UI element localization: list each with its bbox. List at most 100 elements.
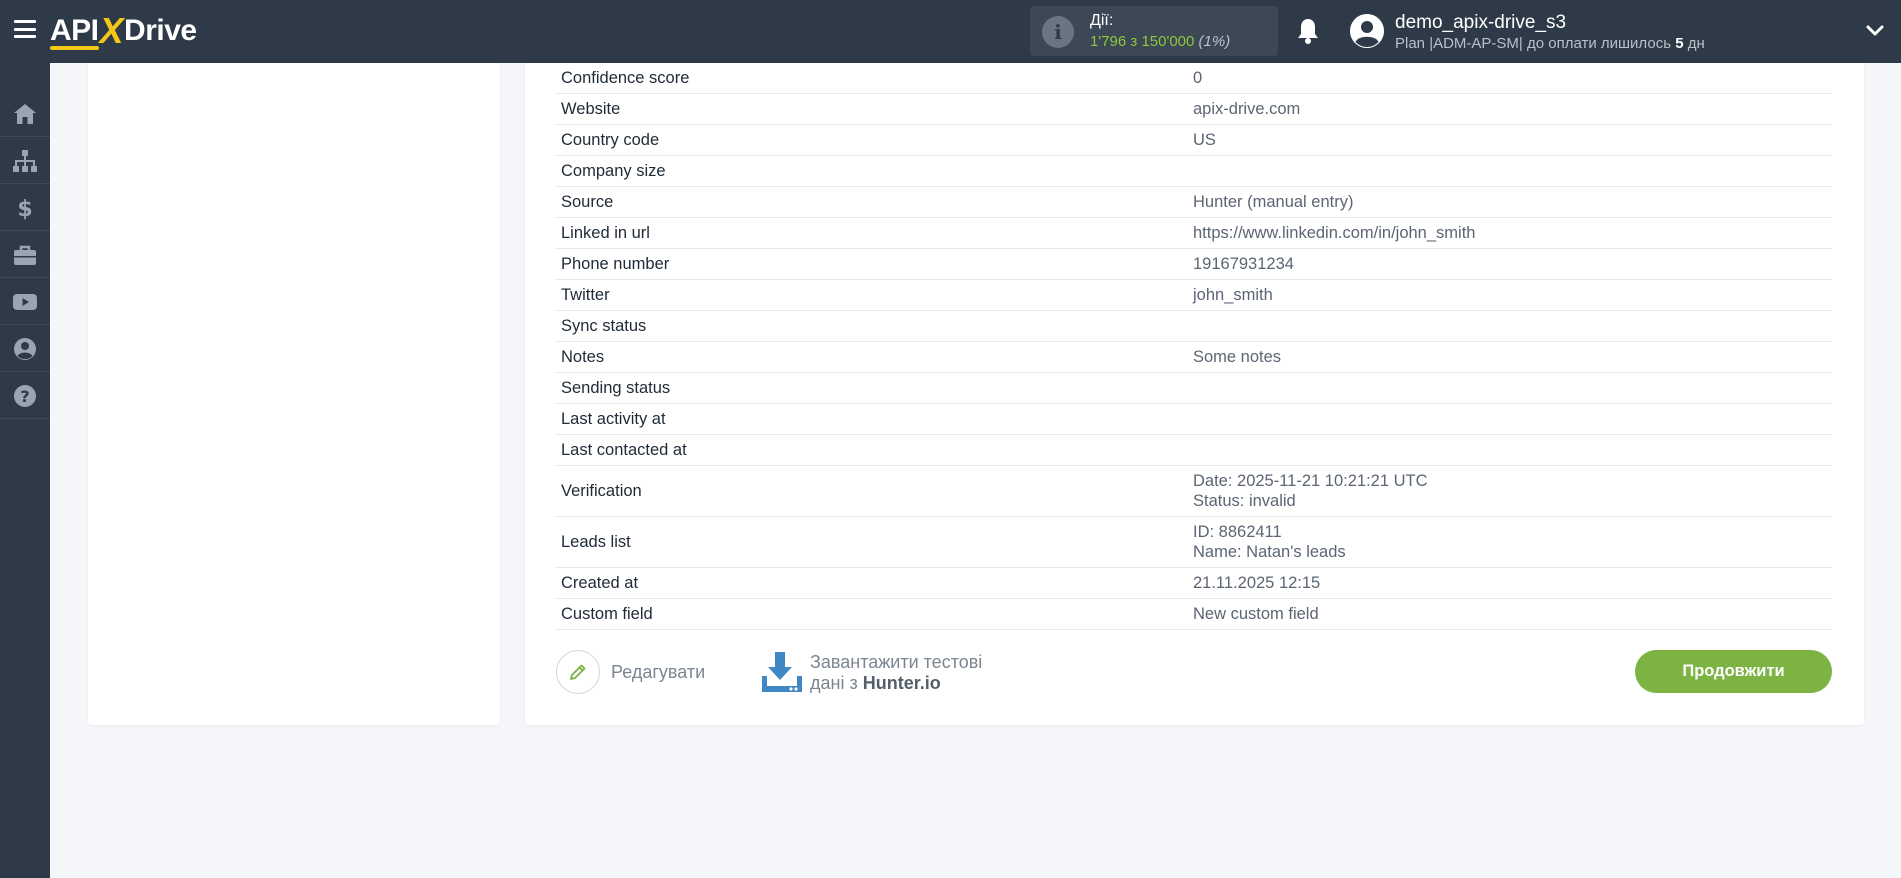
question-icon: ? [14, 384, 36, 407]
table-row: Notes Some notes [555, 342, 1832, 373]
table-row: Custom field New custom field [555, 599, 1832, 630]
sidebar-item-billing[interactable]: $ [0, 185, 50, 231]
table-row: Phone number 19167931234 [555, 249, 1832, 280]
svg-text:?: ? [20, 387, 29, 406]
download-line2-prefix: дані з [810, 673, 863, 693]
actions-percent: (1%) [1198, 33, 1231, 50]
row-value: Hunter (manual entry) [1193, 192, 1354, 211]
row-key: Country code [561, 130, 660, 149]
user-circle-icon [14, 337, 36, 360]
menu-icon[interactable] [14, 20, 36, 38]
svg-text:$: $ [17, 197, 32, 221]
plan-days: 5 [1675, 35, 1684, 52]
row-value: Some notes [1193, 347, 1282, 366]
home-icon [14, 103, 36, 124]
row-value: Date: 2025-11-21 10:21:21 UTC Status: inv… [1193, 471, 1832, 511]
sidebar-item-connections[interactable] [0, 138, 50, 184]
bell-icon[interactable] [1296, 17, 1320, 45]
table-row: Sending status [555, 373, 1832, 404]
sidebar-item-tools[interactable] [0, 232, 50, 278]
download-line2: дані з Hunter.io [810, 673, 982, 694]
row-value: New custom field [1193, 604, 1319, 623]
sidebar-item-home[interactable] [0, 91, 50, 137]
row-value: 0 [1193, 68, 1203, 87]
actions-count: 1'796 з 150'000 (1%) [1090, 33, 1230, 50]
chevron-down-icon[interactable] [1866, 22, 1884, 40]
username[interactable]: demo_apix-drive_s3 [1395, 12, 1566, 34]
sidebar-item-video[interactable] [0, 279, 50, 325]
row-value-line: Status: invalid [1193, 492, 1296, 510]
row-key: Sending status [561, 378, 671, 397]
row-key: Custom field [561, 604, 653, 623]
pencil-icon [570, 664, 586, 680]
download-source: Hunter.io [862, 673, 941, 693]
logo-x: X [99, 10, 124, 51]
table-row: Last contacted at [555, 435, 1832, 466]
row-key: Last activity at [561, 409, 666, 428]
table-row: Country code US [555, 125, 1832, 156]
sitemap-icon [13, 149, 37, 172]
sidebar-item-help[interactable]: ? [0, 373, 50, 419]
edit-button[interactable]: Редагувати [556, 650, 705, 694]
sidebar: $ ? [0, 63, 50, 878]
sidebar-item-account[interactable] [0, 326, 50, 372]
data-table: Confidence score 0 Website apix-drive.com … [555, 63, 1832, 630]
apix-drive-logo[interactable]: API X Drive [50, 10, 197, 51]
dollar-icon: $ [17, 197, 32, 221]
table-row: Leads list ID: 8862411 Name: Natan's leads [555, 517, 1832, 568]
youtube-icon [13, 293, 37, 310]
row-value-line: Name: Natan's leads [1193, 543, 1346, 561]
row-key: Last contacted at [561, 440, 687, 459]
download-text: Завантажити тестові дані з Hunter.io [810, 652, 982, 694]
row-key: Created at [561, 573, 639, 592]
row-value: john_smith [1193, 285, 1273, 304]
continue-button[interactable]: Продовжити [1635, 650, 1832, 693]
row-value: ID: 8862411 Name: Natan's leads [1193, 522, 1832, 562]
table-row: Created at 21.11.2025 12:15 [555, 568, 1832, 599]
row-key: Website [561, 99, 621, 118]
edit-icon-circle [556, 650, 600, 694]
row-value: US [1193, 130, 1216, 149]
download-line1: Завантажити тестові [810, 652, 983, 672]
briefcase-icon [14, 245, 36, 265]
row-key: Linked in url [561, 223, 650, 242]
plan-prefix: Plan |ADM-AP-SM| до оплати лишилось [1395, 35, 1676, 52]
logo-drive: Drive [124, 14, 197, 47]
plan-suffix: дн [1683, 35, 1705, 52]
table-row: Confidence score 0 [555, 63, 1832, 94]
row-value: https://www.linkedin.com/in/john_smith [1193, 223, 1476, 242]
row-key: Company size [561, 161, 666, 180]
row-key: Phone number [561, 254, 670, 273]
download-icon [762, 652, 802, 692]
top-bar: API X Drive i Дії: 1'796 з 150'000 (1%) de… [0, 0, 1901, 63]
plan-info: Plan |ADM-AP-SM| до оплати лишилось 5 дн [1395, 35, 1705, 52]
table-row: Verification Date: 2025-11-21 10:21:21 UT… [555, 466, 1832, 517]
actions-label: Дії: [1090, 12, 1114, 29]
row-key: Source [561, 192, 614, 211]
row-value-line: Date: 2025-11-21 10:21:21 UTC [1193, 472, 1428, 490]
table-row: Source Hunter (manual entry) [555, 187, 1832, 218]
row-key: Twitter [561, 285, 610, 304]
actions-counter[interactable]: i Дії: 1'796 з 150'000 (1%) [1030, 6, 1278, 56]
row-key: Notes [561, 347, 605, 366]
row-key: Sync status [561, 316, 647, 335]
info-icon: i [1042, 16, 1074, 48]
table-row: Last activity at [555, 404, 1832, 435]
row-value: apix-drive.com [1193, 99, 1301, 118]
table-row: Company size [555, 156, 1832, 187]
actions-count-value: 1'796 з 150'000 [1090, 33, 1195, 50]
logo-api: API [50, 14, 99, 50]
table-row: Linked in url https://www.linkedin.com/in… [555, 218, 1832, 249]
row-key: Leads list [561, 532, 631, 551]
table-row: Sync status [555, 311, 1832, 342]
row-value: 19167931234 [1193, 254, 1294, 273]
left-panel [88, 63, 500, 725]
row-key: Confidence score [561, 68, 690, 87]
row-value-line: ID: 8862411 [1193, 523, 1282, 541]
avatar[interactable] [1350, 14, 1384, 48]
download-test-data-button[interactable]: Завантажити тестові дані з Hunter.io [760, 650, 982, 696]
edit-label: Редагувати [611, 661, 706, 682]
table-row: Twitter john_smith [555, 280, 1832, 311]
row-key: Verification [561, 481, 642, 500]
row-value: 21.11.2025 12:15 [1193, 573, 1321, 592]
